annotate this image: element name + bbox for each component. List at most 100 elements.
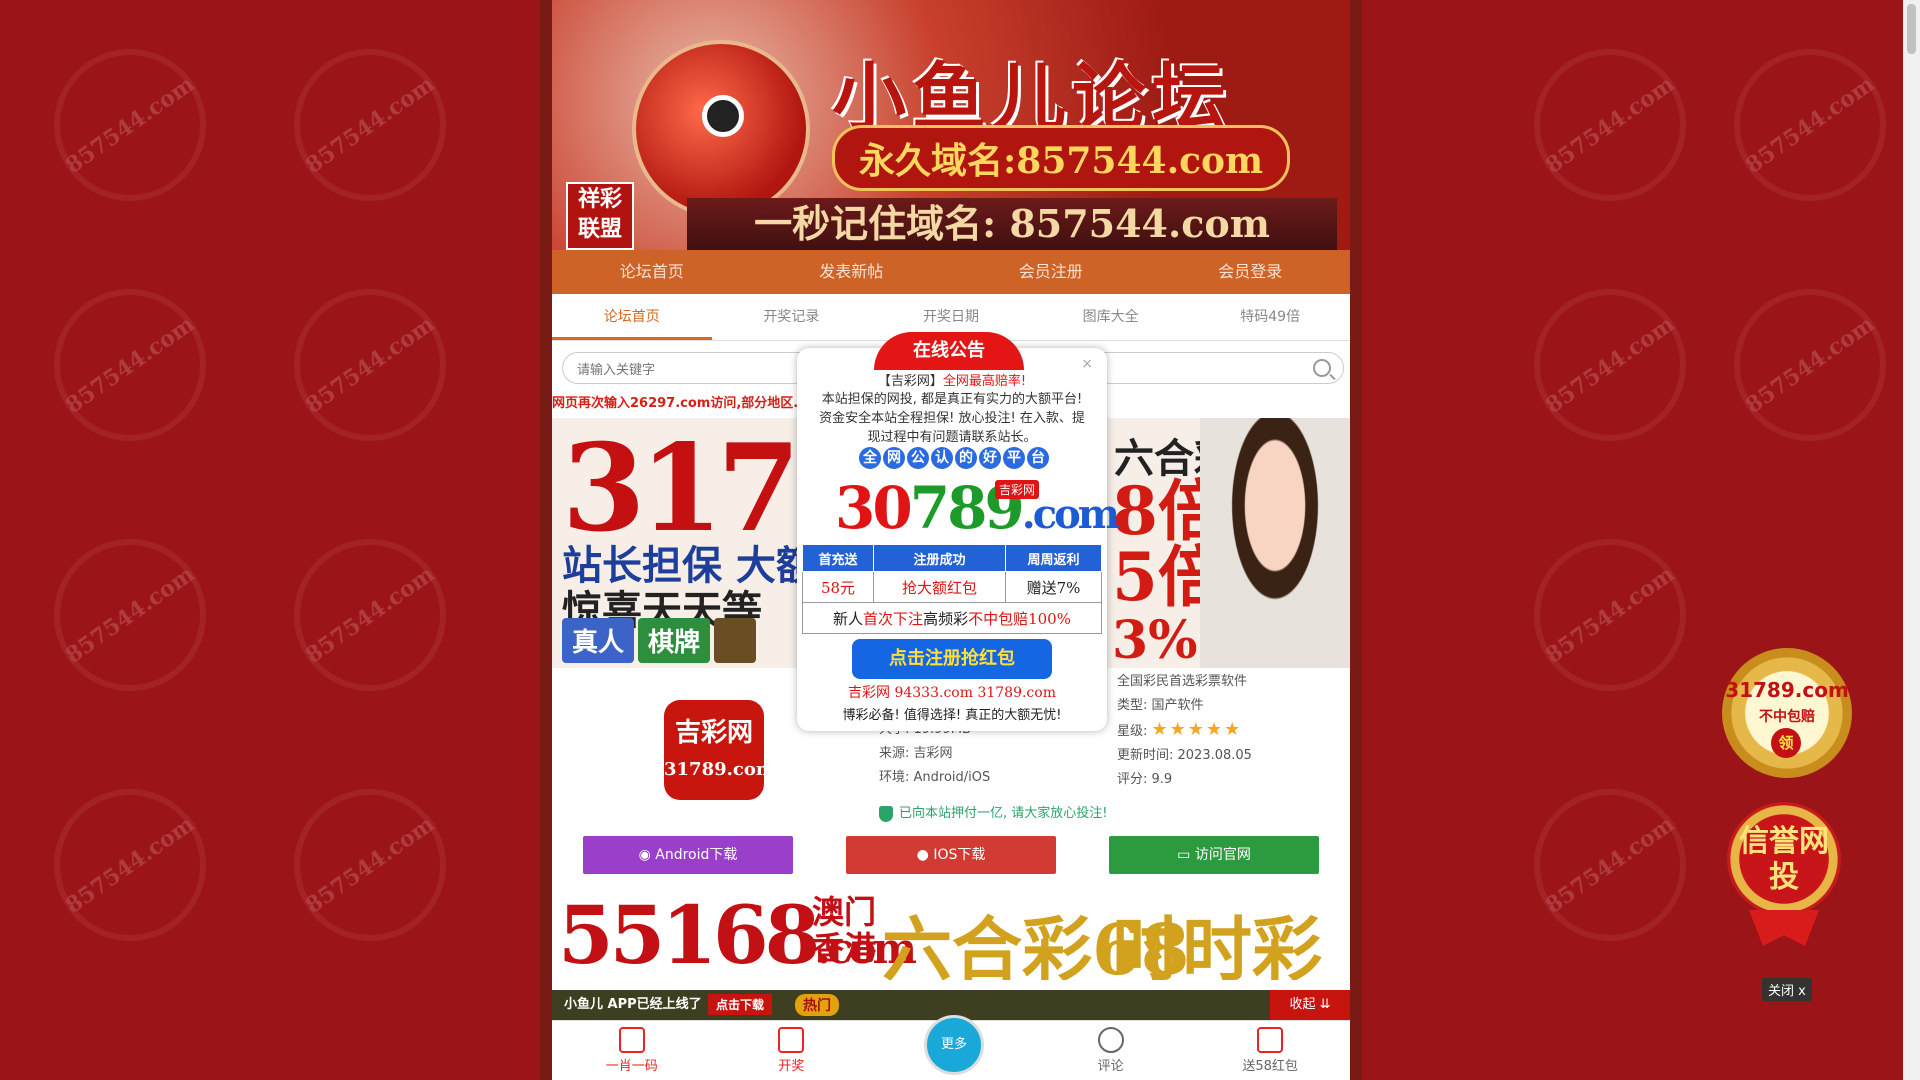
row2-c: 高频彩 xyxy=(923,609,969,628)
app-rating: 星级: ★★★★★ xyxy=(1117,718,1252,744)
watermark: 857544.com xyxy=(19,20,241,230)
collapse-button[interactable]: 收起 ⇊ xyxy=(1270,990,1350,1020)
promo-tag-live: 真人 xyxy=(562,618,635,663)
star-icons: ★★★★★ xyxy=(1151,719,1243,740)
ribbon-icon xyxy=(1749,910,1819,946)
promo-model-image xyxy=(1200,418,1350,668)
bottom-nav-label: 评论 xyxy=(1097,1059,1124,1074)
watermark: 857544.com xyxy=(1499,510,1721,720)
watermark: 857544.com xyxy=(259,20,481,230)
slogan-char: 认 xyxy=(931,447,953,469)
apple-icon: ● xyxy=(916,847,934,863)
table-header: 周周返利 xyxy=(1004,544,1103,572)
watermark: 857544.com xyxy=(19,260,241,470)
slogan-char: 台 xyxy=(1027,447,1049,469)
android-download-button[interactable]: ◉ Android下载 xyxy=(583,836,793,874)
slogan-char: 全 xyxy=(859,447,881,469)
nav-login[interactable]: 会员登录 xyxy=(1151,250,1351,294)
bottom-nav-item[interactable]: 开奖 xyxy=(712,1021,872,1080)
app-logo-name: 吉彩网 xyxy=(674,718,753,748)
header-banner: 小鱼儿论坛 永久域名:857544.com 祥彩联盟 一秒记住域名: 85754… xyxy=(552,0,1350,250)
tab-draw-records[interactable]: 开奖记录 xyxy=(712,294,872,340)
bottom-nav-item[interactable]: 更多 xyxy=(871,1015,1031,1080)
nav-register[interactable]: 会员注册 xyxy=(951,250,1151,294)
app-launch-text: 小鱼儿 APP已经上线了 xyxy=(564,997,702,1012)
modal-body: 本站担保的网投, 都是真正有实力的大额平台! 资金安全本站全程担保! 放心投注!… xyxy=(819,392,1085,445)
watermark: 857544.com xyxy=(259,260,481,470)
modal-headline-prefix: 【吉彩网】 xyxy=(877,374,943,389)
bottom-nav-item[interactable]: 一肖一码 xyxy=(552,1021,712,1080)
floating-ad-trust[interactable]: 信誉网投 xyxy=(1727,802,1841,950)
bonus-table: 首充送 注册成功 周周返利 58元 抢大额红包 赠送7% 新人首次下注高频彩不中… xyxy=(801,544,1103,634)
trust-medal: 信誉网投 xyxy=(1727,802,1841,916)
table-header: 首充送 xyxy=(801,544,875,572)
bottom-nav: 一肖一码 开奖 更多 评论 送58红包 xyxy=(552,1015,1350,1080)
row2-a: 新人 xyxy=(833,609,864,628)
slogan-char: 公 xyxy=(907,447,929,469)
app-type: 类型: 国产软件 xyxy=(1117,698,1204,713)
watermark: 857544.com xyxy=(1699,20,1920,230)
comment-icon xyxy=(1097,1027,1124,1053)
modal-links[interactable]: 吉彩网 94333.com 31789.com xyxy=(797,682,1107,702)
watermark: 857544.com xyxy=(259,760,481,970)
shield-icon xyxy=(879,805,893,822)
fish-eye xyxy=(702,95,744,137)
modal-headline: 【吉彩网】全网最高赔率! xyxy=(797,370,1107,389)
float-ad-sub: 不中包赔 xyxy=(1759,709,1815,725)
promo-percent: 3% xyxy=(1112,610,1198,668)
bottom-nav-item[interactable]: 送58红包 xyxy=(1190,1021,1350,1080)
row2-b: 首次下注 xyxy=(863,609,924,628)
modal-badge: 吉彩网 xyxy=(995,480,1040,499)
guarantee-line: 已向本站押付一亿, 请大家放心投注! xyxy=(879,802,1107,822)
bottom-nav-label: 送58红包 xyxy=(1242,1059,1298,1074)
android-download-label: Android下载 xyxy=(655,847,738,863)
modal-footer: 博彩必备! 值得选择! 真正的大额无忧! xyxy=(842,708,1062,723)
domain-pill: 永久域名:857544.com xyxy=(832,125,1291,191)
scrollbar-thumb[interactable] xyxy=(1907,4,1916,54)
main-nav: 论坛首页 发表新帖 会员注册 会员登录 xyxy=(552,250,1350,294)
tab-special-code[interactable]: 特码49倍 xyxy=(1190,294,1350,340)
monitor-icon: ▭ xyxy=(1177,847,1195,863)
ad2-num: 55168 xyxy=(558,888,820,980)
app-launch-download-button[interactable]: 点击下载 xyxy=(708,994,773,1015)
row2-d: 不中包赔100% xyxy=(968,609,1071,628)
app-source: 来源: 吉彩网 xyxy=(879,746,953,761)
watermark: 857544.com xyxy=(19,510,241,720)
more-button[interactable]: 更多 xyxy=(923,1015,984,1075)
slogan-char: 平 xyxy=(1003,447,1025,469)
clipboard-icon xyxy=(778,1027,805,1053)
bottom-nav-label: 开奖 xyxy=(778,1059,805,1074)
zodiac-icon xyxy=(618,1027,645,1053)
bottom-nav-item[interactable]: 评论 xyxy=(1031,1021,1191,1080)
android-icon: ◉ xyxy=(638,847,656,863)
ad2-macau: 澳门 xyxy=(812,893,877,931)
floating-ad-31789[interactable]: 31789.com 不中包赔 领 xyxy=(1722,648,1852,778)
watermark: 857544.com xyxy=(1499,20,1721,230)
app-rating-label: 星级: xyxy=(1117,724,1148,739)
float-ad-claim: 领 xyxy=(1771,728,1801,758)
scrollbar[interactable] xyxy=(1903,0,1920,1080)
slogan-char: 网 xyxy=(883,447,905,469)
bottom-nav-label: 一肖一码 xyxy=(605,1059,658,1074)
table-header: 注册成功 xyxy=(873,544,1006,572)
close-float-ads-button[interactable]: 关闭 x xyxy=(1762,978,1812,1001)
visit-website-button[interactable]: ▭ 访问官网 xyxy=(1109,836,1319,874)
announcement-modal: 在线公告 × 【吉彩网】全网最高赔率! 本站担保的网投, 都是真正有实力的大额平… xyxy=(797,332,1120,731)
search-icon[interactable] xyxy=(1313,359,1331,377)
nav-home[interactable]: 论坛首页 xyxy=(552,250,752,294)
nav-new-post[interactable]: 发表新帖 xyxy=(752,250,952,294)
table-cell-wide: 新人首次下注高频彩不中包赔100% xyxy=(802,602,1102,634)
register-red-packet-button[interactable]: 点击注册抢红包 xyxy=(852,639,1052,679)
banner-ad-55168[interactable]: 55168.com 澳门香港 六合彩68 时时彩9.99 xyxy=(552,884,1350,980)
tab-gallery[interactable]: 图库大全 xyxy=(1031,294,1191,340)
visit-website-label: 访问官网 xyxy=(1194,847,1251,863)
ad2-ssc: 时时彩9.99 xyxy=(1112,908,1322,980)
ios-download-button[interactable]: ● IOS下载 xyxy=(846,836,1056,874)
tab-home[interactable]: 论坛首页 xyxy=(552,294,712,340)
float-ad-title: 31789.com xyxy=(1725,678,1849,702)
watermark: 857544.com xyxy=(1699,260,1920,470)
watermark: 857544.com xyxy=(1499,760,1721,970)
app-logo: 吉彩网 31789.com xyxy=(664,700,775,800)
ad2-hk: 香港 xyxy=(812,929,877,967)
promo-tag-cards: 棋牌 xyxy=(638,618,711,663)
